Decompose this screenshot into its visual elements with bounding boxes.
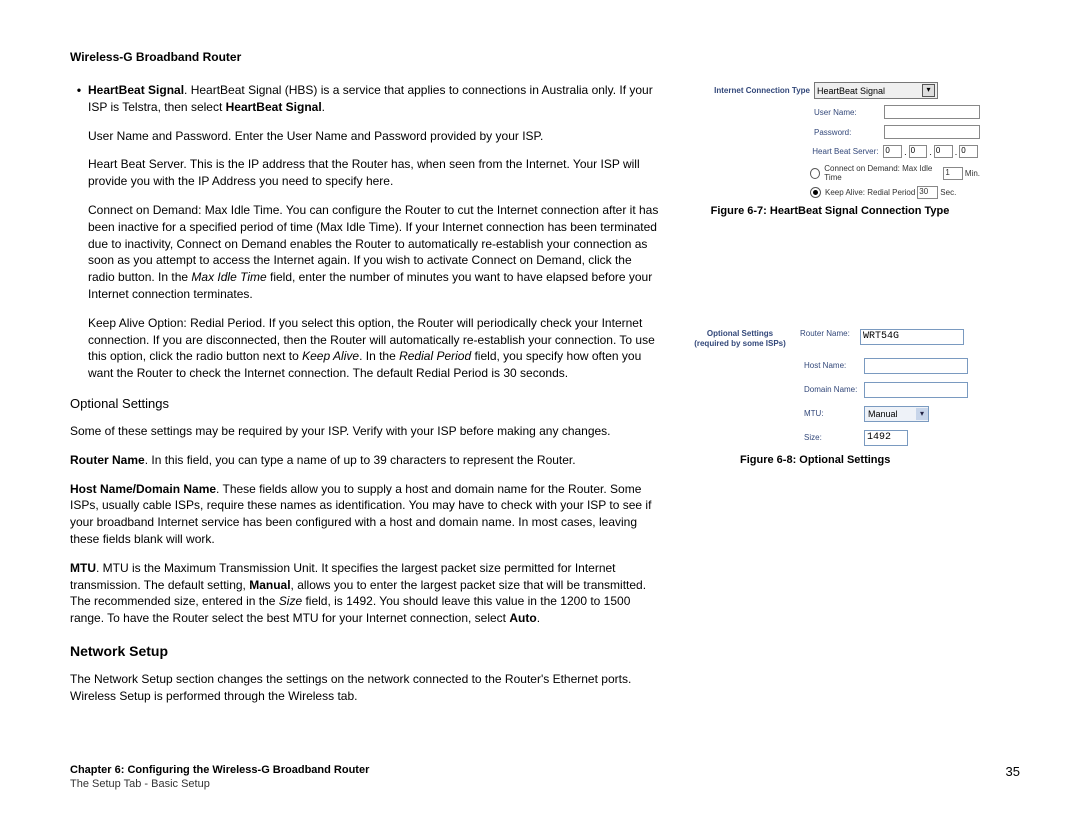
fig67-section-label: Internet Connection Type bbox=[680, 86, 814, 95]
chevron-down-icon: ▾ bbox=[922, 84, 935, 97]
connection-type-dropdown[interactable]: HeartBeat Signal ▾ bbox=[814, 82, 938, 99]
chevron-down-icon: ▾ bbox=[916, 408, 928, 420]
subhead-optional: Optional Settings bbox=[70, 396, 660, 411]
password-label: Password: bbox=[814, 128, 884, 137]
bullet-term: HeartBeat Signal bbox=[88, 83, 184, 97]
username-input[interactable] bbox=[884, 105, 980, 119]
para-cod: Connect on Demand: Max Idle Time. You ca… bbox=[88, 202, 660, 303]
ip-octet-3[interactable]: 0 bbox=[934, 145, 953, 158]
bullet-term-2: HeartBeat Signal bbox=[226, 100, 322, 114]
mtu-select[interactable]: Manual ▾ bbox=[864, 406, 929, 422]
ka-label: Keep Alive: Redial Period bbox=[825, 188, 915, 197]
host-name-label: Host Name: bbox=[804, 361, 864, 370]
document-header: Wireless-G Broadband Router bbox=[70, 50, 1020, 64]
domain-name-label: Domain Name: bbox=[804, 385, 864, 394]
page-number: 35 bbox=[1006, 764, 1020, 779]
para-network: The Network Setup section changes the se… bbox=[70, 671, 660, 705]
para-keepalive: Keep Alive Option: Redial Period. If you… bbox=[88, 315, 660, 382]
hbs-label: Heart Beat Server: bbox=[812, 147, 883, 156]
redial-period-input[interactable]: 30 bbox=[917, 186, 938, 199]
keep-alive-row: Keep Alive: Redial Period 30 Sec. bbox=[810, 186, 980, 199]
domain-name-input[interactable] bbox=[864, 382, 968, 398]
bullet-heartbeat: • HeartBeat Signal. HeartBeat Signal (HB… bbox=[70, 82, 660, 116]
footer-chapter: Chapter 6: Configuring the Wireless-G Br… bbox=[70, 764, 1020, 776]
dropdown-value: HeartBeat Signal bbox=[817, 86, 885, 96]
para-router-name: Router Name. In this field, you can type… bbox=[70, 452, 660, 469]
ka-unit: Sec. bbox=[940, 188, 956, 197]
password-input[interactable] bbox=[884, 125, 980, 139]
para-opt-intro: Some of these settings may be required b… bbox=[70, 423, 660, 440]
figures-column: Internet Connection Type HeartBeat Signa… bbox=[680, 82, 980, 466]
para-user-pass: User Name and Password. Enter the User N… bbox=[88, 128, 660, 145]
router-name-label: Router Name: bbox=[800, 329, 860, 338]
para-mtu: MTU. MTU is the Maximum Transmission Uni… bbox=[70, 560, 660, 627]
bullet-dot: • bbox=[70, 82, 88, 116]
mtu-label: MTU: bbox=[804, 409, 864, 418]
keep-alive-radio[interactable] bbox=[810, 187, 821, 198]
footer-section: The Setup Tab - Basic Setup bbox=[70, 778, 1020, 790]
ip-octet-4[interactable]: 0 bbox=[959, 145, 978, 158]
cod-radio[interactable] bbox=[810, 168, 820, 179]
connect-on-demand-row: Connect on Demand: Max Idle Time 1 Min. bbox=[810, 164, 980, 182]
cod-label: Connect on Demand: Max Idle Time bbox=[824, 164, 941, 182]
figure-6-8-caption: Figure 6-8: Optional Settings bbox=[740, 454, 980, 466]
cod-unit: Min. bbox=[965, 169, 980, 178]
figure-6-7-caption: Figure 6-7: HeartBeat Signal Connection … bbox=[680, 205, 980, 217]
ip-octet-1[interactable]: 0 bbox=[883, 145, 902, 158]
para-host-domain: Host Name/Domain Name. These fields allo… bbox=[70, 481, 660, 548]
bullet-text-end: . bbox=[322, 100, 325, 114]
size-input[interactable]: 1492 bbox=[864, 430, 908, 446]
username-label: User Name: bbox=[814, 108, 884, 117]
ip-octet-2[interactable]: 0 bbox=[909, 145, 928, 158]
figure-6-8: Optional Settings (required by some ISPs… bbox=[680, 329, 980, 446]
main-text-column: • HeartBeat Signal. HeartBeat Signal (HB… bbox=[70, 82, 680, 717]
fig68-side-label: Optional Settings (required by some ISPs… bbox=[680, 329, 800, 350]
section-network-setup: Network Setup bbox=[70, 643, 660, 659]
router-name-input[interactable]: WRT54G bbox=[860, 329, 964, 345]
max-idle-input[interactable]: 1 bbox=[943, 167, 963, 180]
host-name-input[interactable] bbox=[864, 358, 968, 374]
page-footer: Chapter 6: Configuring the Wireless-G Br… bbox=[70, 764, 1020, 790]
size-label: Size: bbox=[804, 433, 864, 442]
figure-6-7: Internet Connection Type HeartBeat Signa… bbox=[680, 82, 980, 199]
mtu-value: Manual bbox=[868, 409, 898, 419]
para-hbs: Heart Beat Server. This is the IP addres… bbox=[88, 156, 660, 190]
